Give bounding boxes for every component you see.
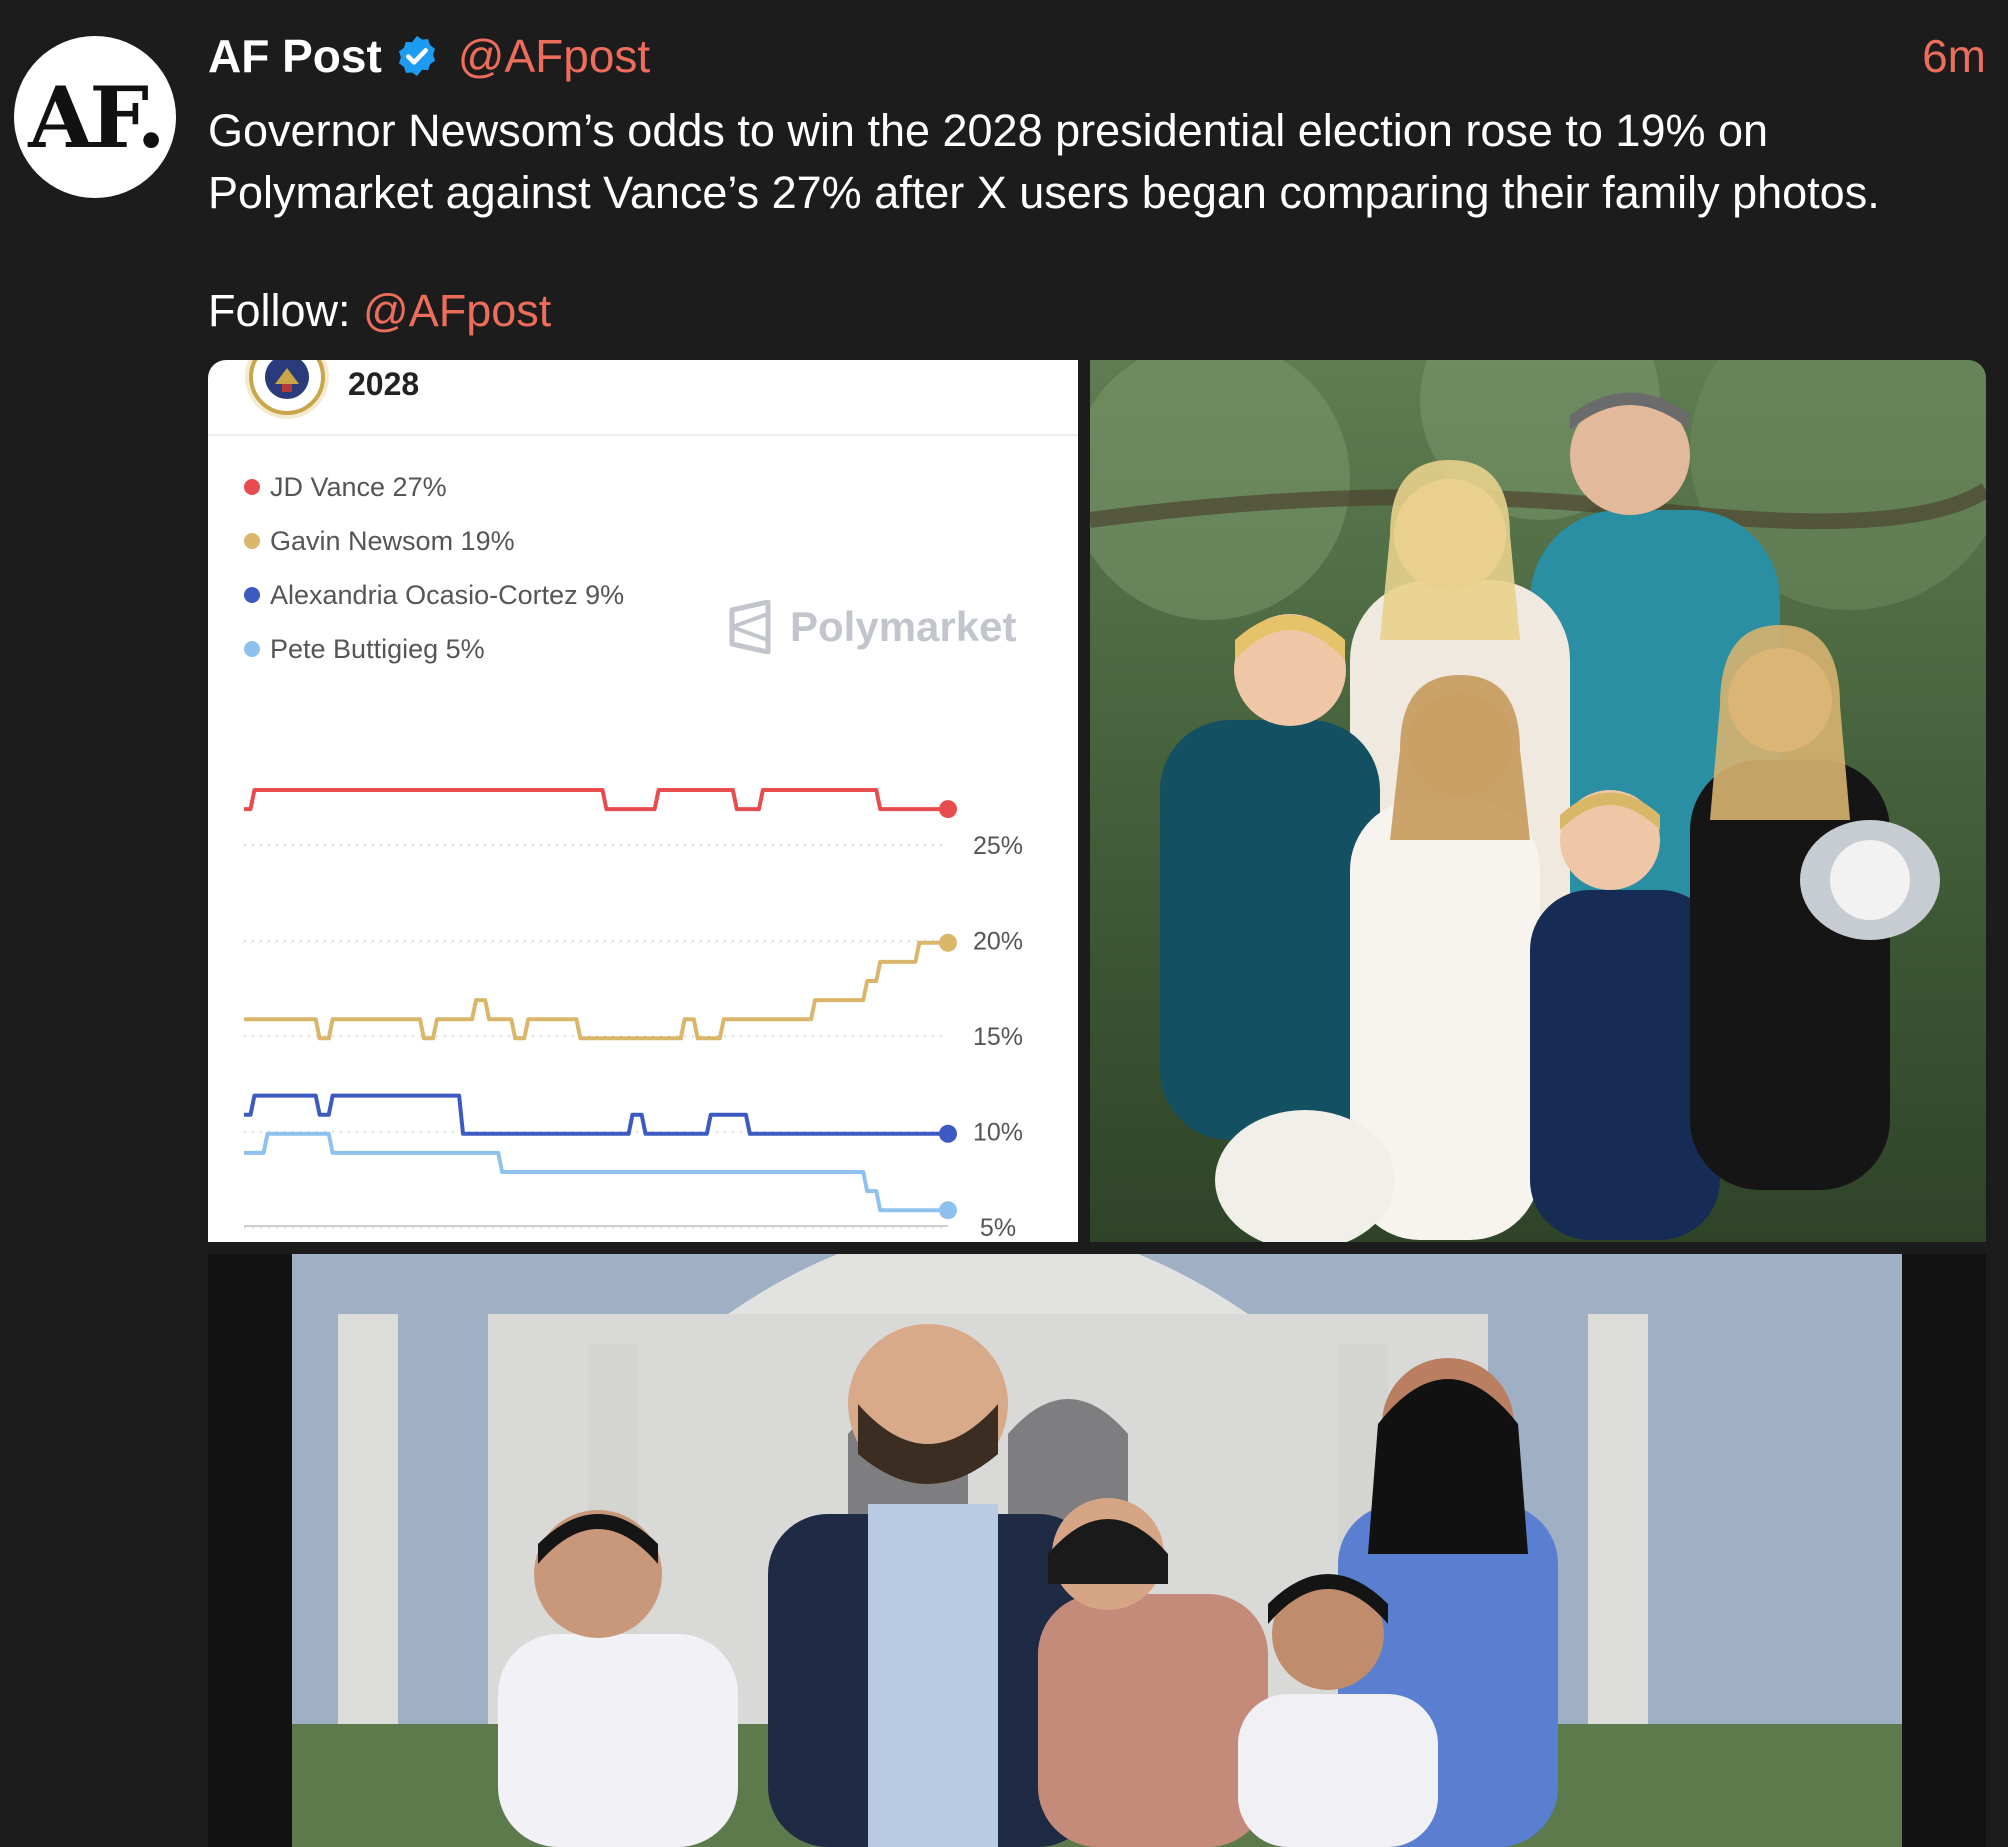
y-tick-label: 25%	[973, 832, 1023, 860]
newsom-family-illustration	[1090, 360, 1986, 1242]
y-tick-label: 5%	[980, 1214, 1016, 1242]
series-line	[244, 788, 948, 812]
newsom-family-photo[interactable]	[1090, 360, 1986, 1242]
series-line	[244, 1093, 948, 1136]
polymarket-chart-image[interactable]: 2028 JD Vance 27% Gavin Newsom 19% Alexa…	[208, 360, 1078, 1242]
series-endpoint	[939, 800, 957, 819]
series-endpoint	[939, 933, 957, 952]
post-text-line: Polymarket against Vance’s 27% after X u…	[208, 167, 1880, 218]
follow-mention-link[interactable]: @AFpost	[363, 285, 551, 336]
series-line	[244, 1131, 948, 1213]
y-tick-label: 10%	[973, 1119, 1023, 1147]
y-tick-label: 20%	[973, 928, 1023, 956]
vance-family-photo[interactable]	[208, 1254, 1986, 1847]
verified-badge-icon	[398, 35, 435, 77]
post-header: AF Post @AFpost	[208, 26, 650, 86]
line-chart: 25% 20% 15% 10% 5%	[244, 788, 1023, 1242]
author-name[interactable]: AF Post	[208, 29, 382, 83]
post-text-line: Governor Newsom’s odds to win the 2028 p…	[208, 105, 1769, 156]
series-endpoint	[939, 1124, 957, 1143]
series-line	[244, 940, 948, 1041]
vance-family-illustration	[292, 1254, 1902, 1847]
avatar[interactable]: AF.	[14, 36, 176, 198]
post-text: Governor Newsom’s odds to win the 2028 p…	[208, 100, 1988, 224]
series-endpoint	[939, 1201, 957, 1220]
follow-label: Follow:	[208, 285, 364, 336]
y-tick-label: 15%	[973, 1023, 1023, 1051]
post-timestamp[interactable]: 6m	[1922, 26, 1986, 86]
author-handle[interactable]: @AFpost	[458, 29, 650, 83]
follow-line: Follow: @AFpost	[208, 280, 551, 342]
